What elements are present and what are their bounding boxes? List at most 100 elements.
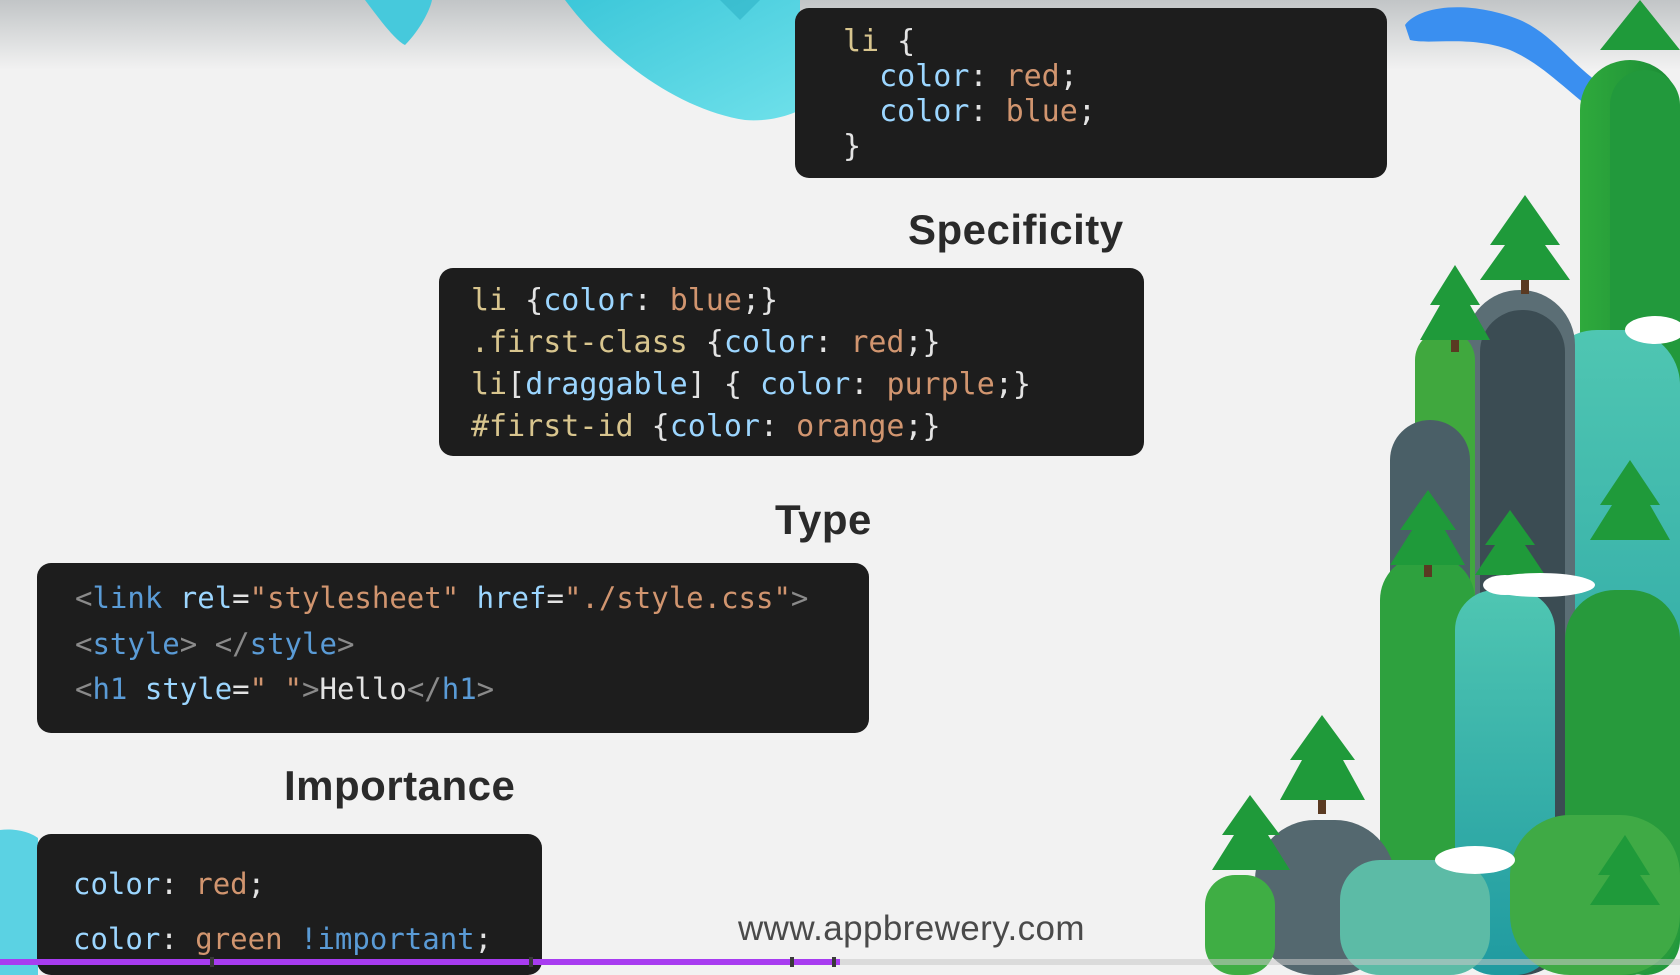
code-token: draggable xyxy=(525,367,688,402)
code-token: : xyxy=(850,367,887,402)
code-token: < xyxy=(75,626,93,661)
code-token: h1 xyxy=(92,672,128,706)
code-token: color xyxy=(760,367,851,402)
heading-type: Type xyxy=(775,496,872,543)
code-token: ] xyxy=(687,367,706,402)
code-token: !important xyxy=(300,922,475,956)
code-token: h1 xyxy=(441,672,477,706)
code-token: li xyxy=(471,283,508,318)
code-token: "stylesheet" xyxy=(249,581,460,615)
website-url: www.appbrewery.com xyxy=(738,909,1085,948)
code-line: li {color: blue;} xyxy=(471,280,1144,322)
code-token: href xyxy=(476,581,547,615)
code-token: color xyxy=(73,867,161,901)
code-token: > xyxy=(336,626,355,661)
code-token: " " xyxy=(249,672,303,706)
heading-importance: Importance xyxy=(284,762,516,809)
code-token: style xyxy=(92,626,180,661)
code-token: ; xyxy=(474,922,493,956)
code-block-cascade: li { color: red; color: blue;} xyxy=(795,8,1387,178)
code-token: blue xyxy=(1005,94,1078,129)
code-token: color xyxy=(669,409,760,444)
code-token: color xyxy=(879,94,970,129)
code-token: blue xyxy=(669,283,742,318)
code-token: </ xyxy=(214,626,250,661)
video-progress-bar[interactable] xyxy=(0,959,1680,965)
code-token: .first-class xyxy=(471,325,688,360)
code-token: color xyxy=(543,283,634,318)
code-token: ; xyxy=(1077,94,1096,129)
code-token: [ xyxy=(507,367,526,402)
code-token: orange xyxy=(796,409,905,444)
code-block-type: <link rel="stylesheet" href="./style.css… xyxy=(37,563,869,733)
code-token: red xyxy=(195,867,248,901)
code-token: ;} xyxy=(904,409,941,444)
code-line: <style> </style> xyxy=(75,622,869,668)
chapter-mark xyxy=(789,957,794,967)
code-token: green xyxy=(195,922,283,956)
code-line: color: blue; xyxy=(843,94,1387,129)
code-token: : xyxy=(160,922,196,956)
code-token: "./style.css" xyxy=(563,581,791,615)
code-token: purple xyxy=(886,367,995,402)
code-line: <h1 style=" ">Hello</h1> xyxy=(75,667,869,713)
code-token: li xyxy=(471,367,508,402)
code-block-importance: color: red; color: green !important; xyxy=(37,834,542,975)
code-token: red xyxy=(850,325,905,360)
code-token: > xyxy=(179,626,198,661)
video-progress-played xyxy=(0,959,840,965)
heading-specificity: Specificity xyxy=(908,206,1124,253)
chapter-mark xyxy=(529,957,534,967)
code-token: = xyxy=(232,581,250,615)
code-token: { xyxy=(687,325,724,360)
code-token: style xyxy=(144,672,233,706)
code-line: <link rel="stylesheet" href="./style.css… xyxy=(75,576,869,622)
code-token: ; xyxy=(247,867,266,901)
code-line: li { xyxy=(843,24,1387,59)
code-token: > xyxy=(302,672,320,706)
code-token: : xyxy=(160,867,196,901)
code-line: color: red; xyxy=(73,857,542,912)
code-token: rel xyxy=(179,581,233,615)
code-token: : xyxy=(969,94,1006,129)
code-line: .first-class {color: red;} xyxy=(471,322,1144,364)
code-token: #first-id xyxy=(471,409,634,444)
code-token: = xyxy=(232,672,250,706)
code-line: color: red; xyxy=(843,59,1387,94)
code-token: = xyxy=(546,581,564,615)
code-token: style xyxy=(249,626,337,661)
code-token: ;} xyxy=(994,367,1031,402)
code-line: #first-id {color: orange;} xyxy=(471,406,1144,448)
code-token: { xyxy=(705,367,760,402)
code-token: ;} xyxy=(904,325,941,360)
code-token: { xyxy=(507,283,544,318)
code-token: { xyxy=(633,409,670,444)
chapter-mark xyxy=(831,957,836,967)
code-token: li xyxy=(843,24,880,59)
code-line: li[draggable] { color: purple;} xyxy=(471,364,1144,406)
code-token: </ xyxy=(406,672,442,706)
code-token: ;} xyxy=(741,283,779,318)
code-token: { xyxy=(879,24,916,59)
code-token: > xyxy=(790,581,809,615)
code-token: red xyxy=(1005,59,1060,94)
code-token: ; xyxy=(1059,59,1078,94)
code-token: < xyxy=(75,581,93,615)
code-token: : xyxy=(969,59,1006,94)
code-token: } xyxy=(843,129,862,164)
code-token: color xyxy=(879,59,970,94)
code-token: : xyxy=(633,283,670,318)
code-token: : xyxy=(814,325,851,360)
code-block-specificity: li {color: blue;} .first-class {color: re… xyxy=(439,268,1144,456)
code-token: : xyxy=(760,409,797,444)
code-token: color xyxy=(73,922,161,956)
code-token: > xyxy=(476,672,495,706)
code-token: color xyxy=(723,325,815,360)
